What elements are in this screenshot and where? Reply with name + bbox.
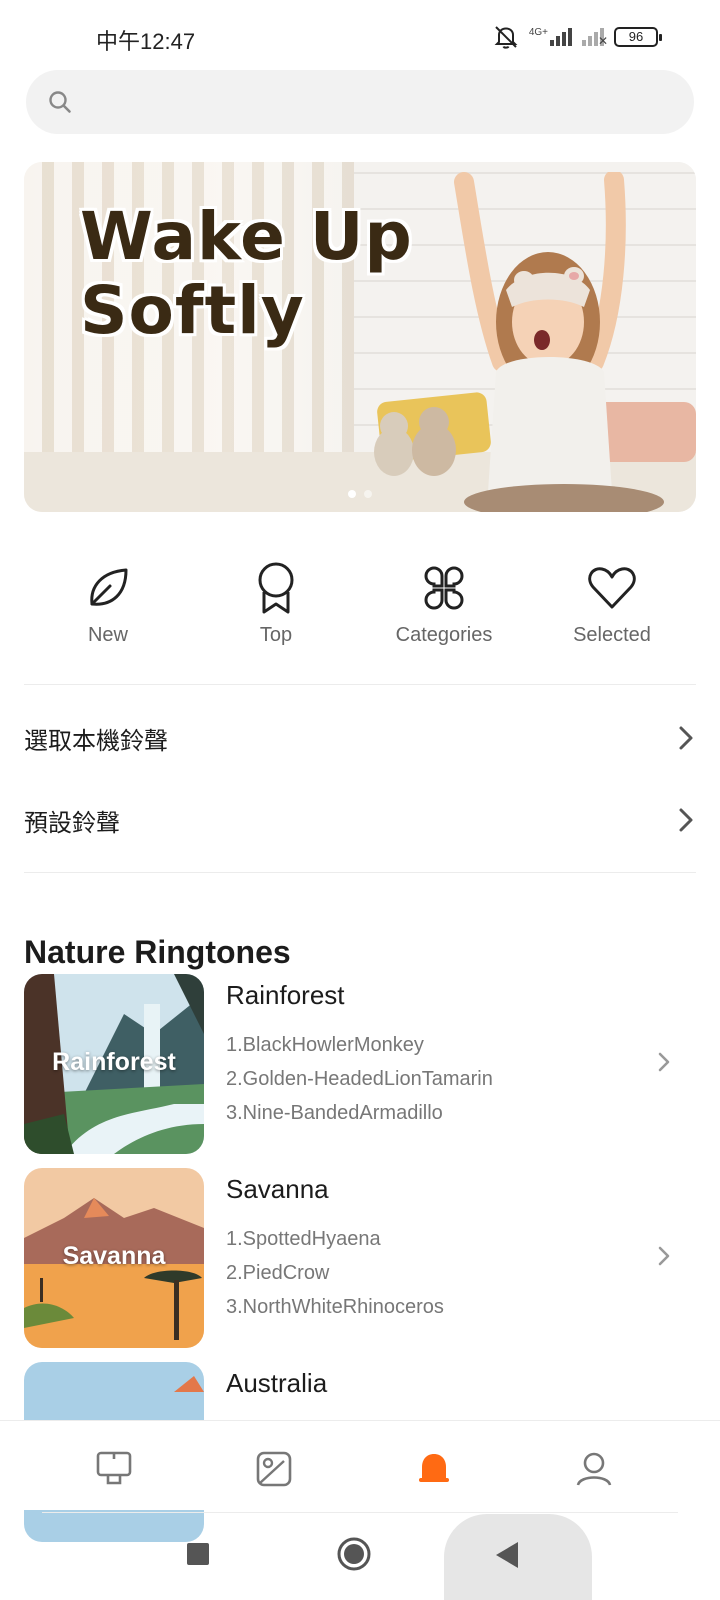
card-items: 1.BlackHowlerMonkey 2.Golden-HeadedLionT… [226, 1028, 493, 1130]
category-thumbnail: Savanna [24, 1168, 204, 1348]
recents-button-icon[interactable] [186, 1542, 210, 1566]
quick-nav: New Top Categories Selected [24, 560, 696, 660]
status-bar: 中午12:47 4G+ ✕ 96 [0, 0, 720, 80]
display-stand-icon [96, 1451, 132, 1485]
divider [42, 1512, 678, 1513]
clover-grid-icon [424, 566, 464, 610]
menu-label: 預設鈴聲 [24, 808, 120, 837]
ringtone-item: 1.SpottedHyaena [226, 1228, 381, 1250]
system-nav-bar [0, 1514, 720, 1600]
ringtone-item: 2.Golden-HeadedLionTamarin [226, 1068, 493, 1090]
battery-icon: 96 [614, 27, 662, 47]
card-title: Rainforest [226, 980, 345, 1010]
ringtone-item: 3.NorthWhiteRhinoceros [226, 1296, 444, 1318]
default-ringtone-row[interactable]: 預設鈴聲 [24, 790, 696, 850]
banner-pagination [24, 490, 696, 498]
signal-4g-icon: 4G+ [529, 28, 572, 46]
search-icon [49, 91, 71, 113]
ringtone-item: 2.PiedCrow [226, 1262, 330, 1284]
status-time: 中午12:47 [96, 29, 196, 54]
back-button-icon[interactable] [494, 1540, 522, 1570]
pagination-dot [364, 490, 372, 498]
profile-icon [576, 1452, 612, 1486]
divider [24, 872, 696, 873]
section-title: Nature Ringtones [24, 934, 291, 970]
nav-profile-tab[interactable] [570, 1445, 618, 1493]
leaf-icon [90, 568, 128, 606]
quick-nav-label: New [87, 624, 128, 646]
thumbnail-label: Rainforest [52, 1048, 176, 1076]
status-icons: 4G+ ✕ 96 [493, 24, 662, 50]
search-input[interactable] [26, 70, 694, 134]
chevron-right-icon [679, 808, 693, 832]
banner-title-line: Softly [80, 272, 305, 349]
card-title: Savanna [226, 1174, 329, 1204]
quick-nav-selected[interactable]: Selected [528, 560, 696, 660]
signal-no-service-icon: ✕ [582, 28, 608, 48]
ribbon-badge-icon [258, 562, 294, 614]
bottom-nav [0, 1420, 720, 1510]
card-items: 1.SpottedHyaena 2.PiedCrow 3.NorthWhiteR… [226, 1222, 444, 1324]
ringtone-category-card[interactable]: Rainforest Rainforest 1.BlackHowlerMonke… [24, 974, 696, 1154]
pagination-dot-active [348, 490, 356, 498]
quick-nav-new[interactable]: New [24, 560, 192, 660]
ringtone-category-card[interactable]: Savanna Savanna 1.SpottedHyaena 2.PiedCr… [24, 1168, 696, 1348]
network-type: 4G+ [528, 27, 548, 38]
mute-bell-icon [494, 26, 518, 49]
banner-title-line: Wake Up [80, 198, 413, 275]
chevron-right-icon [658, 1246, 670, 1266]
ringtone-item: 1.BlackHowlerMonkey [226, 1034, 424, 1056]
nav-ringtone-tab[interactable] [410, 1445, 458, 1493]
promo-banner[interactable]: Wake Up Softly [24, 162, 696, 512]
quick-nav-categories[interactable]: Categories [360, 560, 528, 660]
quick-nav-label: Top [259, 624, 293, 646]
nav-display-tab[interactable] [90, 1445, 138, 1493]
banner-girl-illustration [454, 172, 664, 512]
chevron-right-icon [658, 1052, 670, 1072]
card-title: Australia [226, 1368, 328, 1398]
wallpaper-icon [256, 1451, 292, 1487]
thumbnail-label: Savanna [62, 1242, 166, 1270]
category-thumbnail: Rainforest [24, 974, 204, 1154]
quick-nav-label: Selected [573, 624, 651, 646]
heart-icon [588, 567, 636, 609]
ringtone-item: 3.Nine-BandedArmadillo [226, 1102, 443, 1124]
home-button-icon[interactable] [336, 1536, 372, 1572]
bell-icon [419, 1454, 449, 1482]
nav-wallpaper-tab[interactable] [250, 1445, 298, 1493]
banner-title: Wake Up Softly [80, 200, 440, 348]
chevron-right-icon [679, 726, 693, 750]
quick-nav-top[interactable]: Top [192, 560, 360, 660]
quick-nav-label: Categories [395, 624, 493, 646]
battery-level: 96 [628, 29, 644, 44]
teddy-bear-illustration [374, 407, 456, 476]
divider [24, 684, 696, 685]
menu-label: 選取本機鈴聲 [24, 726, 168, 755]
local-ringtone-row[interactable]: 選取本機鈴聲 [24, 708, 696, 768]
